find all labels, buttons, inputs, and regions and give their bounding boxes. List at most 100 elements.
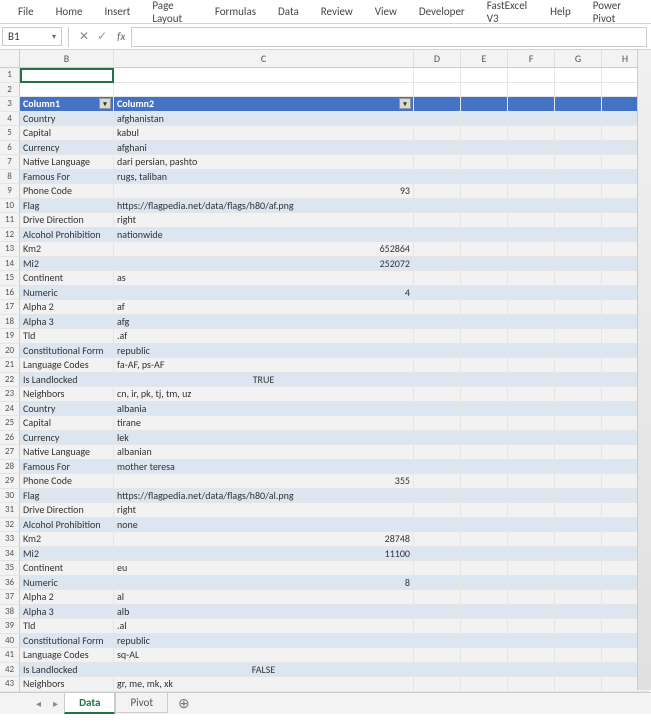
cell-F27[interactable] (508, 445, 555, 460)
cell-F29[interactable] (508, 474, 555, 489)
cell-F37[interactable] (508, 590, 555, 605)
ribbon-tab-developer[interactable]: Developer (409, 2, 475, 21)
cell-F24[interactable] (508, 402, 555, 417)
cell-B19[interactable]: Tld (20, 329, 114, 344)
cell-G21[interactable] (555, 358, 602, 373)
sheet-nav-next-icon[interactable]: ▸ (47, 697, 64, 710)
column-header-F[interactable]: F (508, 50, 555, 67)
cell-D34[interactable] (414, 547, 461, 562)
cell-E38[interactable] (461, 605, 508, 620)
cell-B20[interactable]: Constitutional Form (20, 344, 114, 359)
cell-B4[interactable]: Country (20, 112, 114, 127)
cell-D12[interactable] (414, 228, 461, 243)
cell-B15[interactable]: Continent (20, 271, 114, 286)
cell-B2[interactable] (20, 83, 114, 98)
cell-F3[interactable] (508, 97, 555, 112)
cell-D24[interactable] (414, 402, 461, 417)
row-header[interactable]: 34 (0, 547, 20, 562)
sheet-tab-pivot[interactable]: Pivot (115, 693, 168, 713)
column-header-C[interactable]: C (114, 50, 414, 67)
cell-F11[interactable] (508, 213, 555, 228)
row-header[interactable]: 30 (0, 489, 20, 504)
cell-B14[interactable]: Mi2 (20, 257, 114, 272)
cell-B30[interactable]: Flag (20, 489, 114, 504)
cell-F30[interactable] (508, 489, 555, 504)
cell-E30[interactable] (461, 489, 508, 504)
cell-F14[interactable] (508, 257, 555, 272)
ribbon-tab-power-pivot[interactable]: Power Pivot (583, 0, 643, 28)
cell-G1[interactable] (555, 68, 602, 83)
row-header[interactable]: 8 (0, 170, 20, 185)
row-header[interactable]: 4 (0, 112, 20, 127)
cell-C21[interactable]: fa-AF, ps-AF (114, 358, 414, 373)
row-header[interactable]: 17 (0, 300, 20, 315)
cell-E6[interactable] (461, 141, 508, 156)
cell-C14[interactable]: 252072 (114, 257, 414, 272)
cell-B23[interactable]: Neighbors (20, 387, 114, 402)
cell-D5[interactable] (414, 126, 461, 141)
cell-C36[interactable]: 8 (114, 576, 414, 591)
cell-C19[interactable]: .af (114, 329, 414, 344)
cell-D21[interactable] (414, 358, 461, 373)
cell-E10[interactable] (461, 199, 508, 214)
cell-G31[interactable] (555, 503, 602, 518)
row-header[interactable]: 38 (0, 605, 20, 620)
cell-B18[interactable]: Alpha 3 (20, 315, 114, 330)
row-header[interactable]: 1 (0, 68, 20, 83)
cell-D41[interactable] (414, 648, 461, 663)
row-header[interactable]: 7 (0, 155, 20, 170)
cell-C11[interactable]: right (114, 213, 414, 228)
filter-dropdown-icon[interactable]: ▾ (99, 98, 111, 109)
cell-G12[interactable] (555, 228, 602, 243)
cell-G20[interactable] (555, 344, 602, 359)
ribbon-tab-fastexcel-v3[interactable]: FastExcel V3 (477, 0, 538, 28)
new-sheet-icon[interactable]: ⊕ (168, 695, 200, 712)
cell-B24[interactable]: Country (20, 402, 114, 417)
cell-G34[interactable] (555, 547, 602, 562)
cell-E2[interactable] (461, 83, 508, 98)
cell-G4[interactable] (555, 112, 602, 127)
cell-G30[interactable] (555, 489, 602, 504)
cell-F34[interactable] (508, 547, 555, 562)
cell-E12[interactable] (461, 228, 508, 243)
cell-E11[interactable] (461, 213, 508, 228)
cell-C39[interactable]: .al (114, 619, 414, 634)
cell-F28[interactable] (508, 460, 555, 475)
cell-G19[interactable] (555, 329, 602, 344)
cell-G37[interactable] (555, 590, 602, 605)
ribbon-tab-data[interactable]: Data (268, 2, 309, 21)
cell-G40[interactable] (555, 634, 602, 649)
cell-E25[interactable] (461, 416, 508, 431)
cell-G13[interactable] (555, 242, 602, 257)
row-header[interactable]: 2 (0, 83, 20, 98)
cell-F26[interactable] (508, 431, 555, 446)
cell-C29[interactable]: 355 (114, 474, 414, 489)
cell-B32[interactable]: Alcohol Prohibition (20, 518, 114, 533)
cell-B43[interactable]: Neighbors (20, 677, 114, 692)
cell-E20[interactable] (461, 344, 508, 359)
cell-C32[interactable]: none (114, 518, 414, 533)
cell-F41[interactable] (508, 648, 555, 663)
cell-G7[interactable] (555, 155, 602, 170)
cell-D27[interactable] (414, 445, 461, 460)
cell-D1[interactable] (414, 68, 461, 83)
cell-G39[interactable] (555, 619, 602, 634)
cell-F35[interactable] (508, 561, 555, 576)
row-header[interactable]: 18 (0, 315, 20, 330)
cell-B28[interactable]: Famous For (20, 460, 114, 475)
cell-G42[interactable] (555, 663, 602, 678)
row-header[interactable]: 32 (0, 518, 20, 533)
row-header[interactable]: 39 (0, 619, 20, 634)
cell-D25[interactable] (414, 416, 461, 431)
cell-F17[interactable] (508, 300, 555, 315)
cell-F1[interactable] (508, 68, 555, 83)
cell-F22[interactable] (508, 373, 555, 388)
row-header[interactable]: 36 (0, 576, 20, 591)
row-header[interactable]: 42 (0, 663, 20, 678)
cell-F20[interactable] (508, 344, 555, 359)
ribbon-tab-review[interactable]: Review (311, 2, 363, 21)
cell-B3[interactable]: Column1▾ (20, 97, 114, 112)
row-header[interactable]: 29 (0, 474, 20, 489)
cell-C30[interactable]: https://flagpedia.net/data/flags/h80/al.… (114, 489, 414, 504)
row-header[interactable]: 33 (0, 532, 20, 547)
